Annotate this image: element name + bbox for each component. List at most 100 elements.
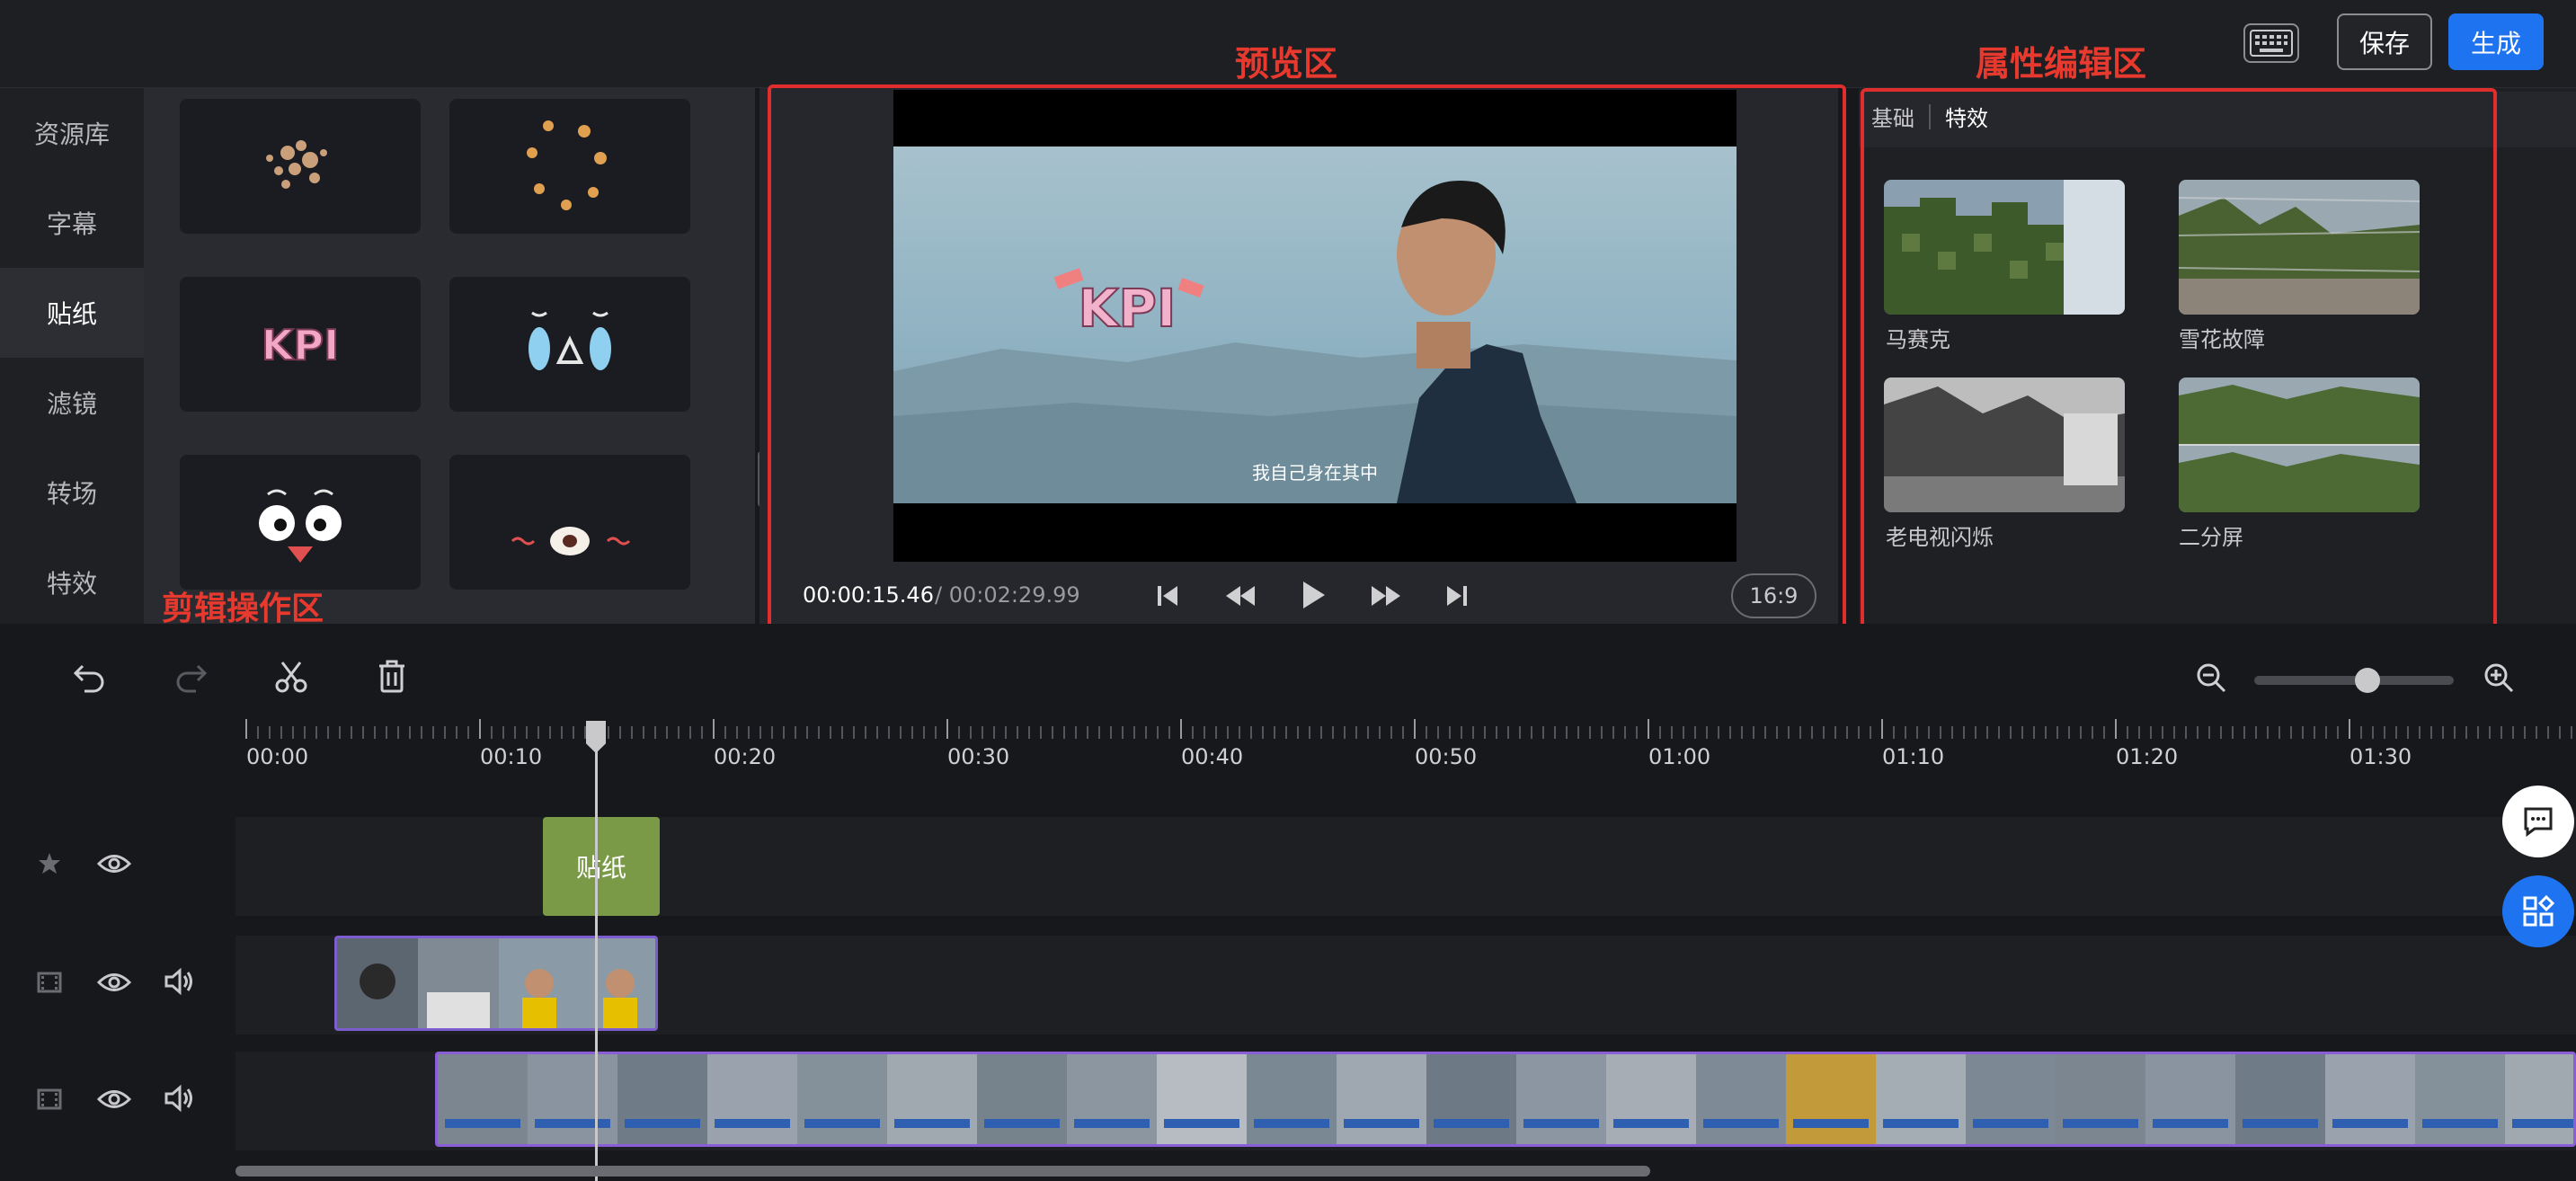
film-frame-caption [445, 1119, 520, 1128]
chat-icon [2524, 807, 2553, 837]
video-track-2-icon [36, 1086, 63, 1116]
generate-button[interactable]: 生成 [2448, 13, 2544, 70]
sticker-track-visibility-icon[interactable] [96, 852, 132, 879]
ruler-label: 00:40 [1181, 744, 1244, 769]
zoom-out-button[interactable] [2195, 662, 2227, 697]
nav-item-library[interactable]: 资源库 [0, 88, 144, 178]
film-frame-caption [2422, 1119, 2498, 1128]
film-frame-caption [1164, 1119, 1239, 1128]
chat-button[interactable] [2502, 786, 2574, 857]
ruler-label: 01:00 [1648, 744, 1711, 769]
zoom-slider-track[interactable] [2254, 676, 2454, 685]
film-frame [1696, 1054, 1786, 1144]
film-frame [2325, 1054, 2415, 1144]
svg-text:KPI: KPI [262, 321, 339, 369]
film-frame [707, 1054, 797, 1144]
annotation-label-edit: 剪辑操作区 [162, 590, 324, 627]
annotation-label-props: 属性编辑区 [1976, 44, 2147, 84]
video-clip-2[interactable] [435, 1052, 2576, 1147]
video-clip-1-frames [337, 938, 655, 1028]
playhead-line[interactable] [595, 724, 598, 1181]
sticker-thumb-crying[interactable] [449, 277, 690, 412]
film-frame-caption [2153, 1119, 2228, 1128]
film-frame-caption [894, 1119, 970, 1128]
video-clip-1[interactable] [334, 936, 658, 1031]
scissors-icon [275, 662, 307, 693]
film-frame [1157, 1054, 1247, 1144]
sticker-kpi-icon: KPI [261, 320, 340, 370]
film-frame [1606, 1054, 1696, 1144]
cut-button[interactable] [273, 661, 309, 697]
film-frame [887, 1054, 977, 1144]
zoom-in-button[interactable] [2483, 662, 2515, 697]
film-frame-caption [2512, 1119, 2573, 1128]
undo-button[interactable] [72, 661, 108, 697]
film-frame-caption [1344, 1119, 1419, 1128]
apps-button[interactable] [2502, 875, 2574, 947]
film-frame [1337, 1054, 1426, 1144]
zoom-slider-handle[interactable] [2355, 668, 2380, 693]
film-frame-caption [535, 1119, 610, 1128]
video-track-1-icon [36, 969, 63, 999]
video-track-1-volume-icon[interactable] [164, 967, 196, 999]
sticker-food-icon [527, 120, 607, 210]
video-track-2-visibility-icon[interactable] [96, 1088, 132, 1114]
film-frame-caption [984, 1119, 1060, 1128]
ruler-label: 00:10 [480, 744, 543, 769]
film-frame-caption [804, 1119, 880, 1128]
apps-icon [2523, 894, 2555, 927]
film-frame [1786, 1054, 1876, 1144]
ruler-label: 00:00 [246, 744, 309, 769]
sticker-thumb-blush[interactable] [449, 455, 690, 590]
undo-icon [73, 664, 104, 693]
film-frame-caption [2332, 1119, 2408, 1128]
nav-item-stickers[interactable]: 贴纸 [0, 268, 144, 358]
keyboard-icon [2250, 30, 2293, 57]
annotation-box-preview [768, 84, 1846, 644]
sticker-track-icon [36, 850, 63, 881]
delete-button[interactable] [376, 659, 408, 698]
sticker-blush-icon [511, 527, 631, 555]
trash-icon [379, 660, 404, 693]
redo-button[interactable] [173, 661, 209, 697]
film-frame-caption [1703, 1119, 1779, 1128]
zoom-in-icon [2484, 663, 2514, 693]
nav-item-transitions[interactable]: 转场 [0, 448, 144, 537]
film-frame-caption [1434, 1119, 1509, 1128]
sticker-thumb-kpi[interactable]: KPI [180, 277, 421, 412]
film-frame [977, 1054, 1067, 1144]
sticker-thumb-food[interactable] [449, 99, 690, 234]
sticker-thumb-bird[interactable] [180, 455, 421, 590]
ruler-label: 00:50 [1415, 744, 1478, 769]
film-frame-caption [1254, 1119, 1329, 1128]
film-frame [1067, 1054, 1157, 1144]
sticker-clip[interactable]: 贴纸 [543, 817, 660, 916]
sticker-thumb-burst[interactable] [180, 99, 421, 234]
ruler-label: 00:30 [947, 744, 1010, 769]
redo-icon [176, 664, 208, 693]
sticker-bird-icon [259, 489, 342, 563]
video-clip-2-frames [438, 1054, 2573, 1144]
film-frame-caption [625, 1119, 700, 1128]
film-frame-caption [1074, 1119, 1150, 1128]
nav-item-effects[interactable]: 特效 [0, 537, 144, 627]
nav-item-filters[interactable]: 滤镜 [0, 358, 144, 448]
keyboard-shortcuts-button[interactable] [2243, 23, 2299, 63]
video-track-2-volume-icon[interactable] [164, 1084, 196, 1116]
zoom-out-icon [2197, 663, 2226, 693]
film-frame-caption [715, 1119, 790, 1128]
film-frame [2415, 1054, 2505, 1144]
annotation-box-props [1861, 88, 2497, 644]
film-frame [1966, 1054, 2056, 1144]
film-frame [2056, 1054, 2145, 1144]
film-frame [2235, 1054, 2325, 1144]
video-track-1-visibility-icon[interactable] [96, 971, 132, 998]
ruler-label: 00:20 [714, 744, 777, 769]
film-frame-caption [2063, 1119, 2138, 1128]
save-button[interactable]: 保存 [2337, 13, 2432, 70]
film-frame [1426, 1054, 1516, 1144]
left-nav: 资源库 字幕 贴纸 滤镜 转场 特效 [0, 88, 144, 624]
timeline-scrollbar[interactable] [235, 1166, 1650, 1177]
film-frame-caption [1523, 1119, 1599, 1128]
nav-item-subtitles[interactable]: 字幕 [0, 178, 144, 268]
